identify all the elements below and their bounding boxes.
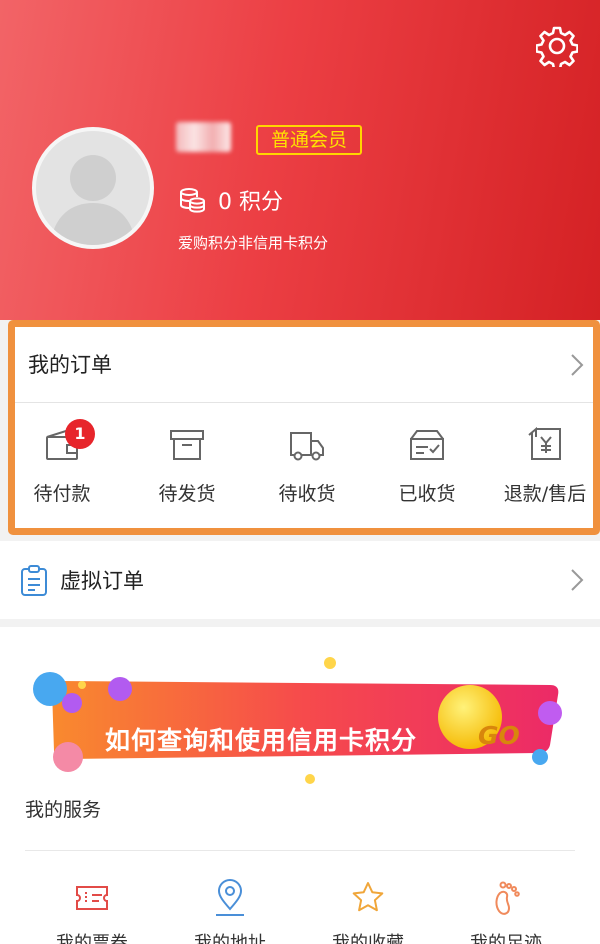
order-label: 已收货 [398, 483, 456, 505]
service-footprints[interactable]: 我的足迹 [446, 879, 566, 944]
order-to-receive[interactable]: 待收货 [252, 425, 362, 506]
order-to-ship[interactable]: 待发货 [132, 425, 242, 506]
points-row[interactable]: 0 积分 [178, 183, 283, 217]
username-blurred [176, 122, 231, 152]
virtual-orders-row[interactable]: 虚拟订单 [0, 541, 600, 619]
banner-graphic [33, 657, 562, 784]
services-title: 我的服务 [25, 799, 102, 821]
service-address[interactable]: 我的地址 [170, 879, 290, 944]
coins-icon [180, 188, 205, 213]
points-value: 0 积分 [218, 190, 283, 215]
box-icon [170, 430, 204, 460]
member-level-badge: 普通会员 [256, 125, 362, 155]
banner-title: 如何查询和使用信用卡积分 [105, 726, 418, 755]
virtual-orders-title: 虚拟订单 [60, 569, 144, 593]
service-label: 我的票券 [56, 933, 128, 944]
truck-icon [290, 432, 324, 461]
footprint-icon [495, 881, 520, 915]
avatar[interactable] [32, 127, 154, 249]
order-received[interactable]: 已收货 [372, 425, 482, 506]
ticket-icon [76, 886, 108, 910]
credit-points-banner[interactable]: 如何查询和使用信用卡积分 GO [30, 647, 570, 787]
divider [15, 402, 593, 403]
profile-header: 普通会员 0 积分 爱购积分非信用卡积分 [0, 0, 600, 320]
service-label: 我的足迹 [470, 933, 542, 944]
services-section: 如何查询和使用信用卡积分 GO 我的服务 我的票券 我的地址 我的收藏 我的足迹 [0, 627, 600, 944]
service-tickets[interactable]: 我的票券 [32, 879, 152, 944]
received-icon [410, 430, 444, 460]
clipboard-icon [21, 565, 47, 596]
my-orders-title: 我的订单 [28, 353, 112, 377]
refund-icon [528, 426, 561, 460]
divider [25, 850, 575, 851]
location-icon [216, 879, 244, 916]
default-user-icon [50, 155, 136, 245]
notification-badge: 1 [65, 419, 95, 449]
service-label: 我的地址 [194, 933, 266, 944]
star-icon [352, 882, 384, 912]
order-label: 待收货 [278, 483, 336, 505]
service-favorites[interactable]: 我的收藏 [308, 879, 428, 944]
settings-gear-icon[interactable] [536, 25, 578, 67]
banner-go-button[interactable]: GO [478, 721, 520, 750]
order-pending-payment[interactable]: 1 待付款 [7, 419, 117, 506]
chevron-right-icon [571, 354, 584, 376]
points-note: 爱购积分非信用卡积分 [178, 234, 329, 252]
my-orders-header[interactable]: 我的订单 [15, 327, 593, 402]
chevron-right-icon [571, 569, 584, 591]
order-label: 退款/售后 [503, 483, 587, 505]
service-label: 我的收藏 [332, 933, 404, 944]
order-refund-aftersale[interactable]: 退款/售后 [490, 425, 600, 506]
my-orders-card: 我的订单 1 待付款 待发货 待收货 已收货 退款/售后 [8, 320, 600, 535]
order-label: 待付款 [33, 483, 91, 505]
order-label: 待发货 [158, 483, 216, 505]
